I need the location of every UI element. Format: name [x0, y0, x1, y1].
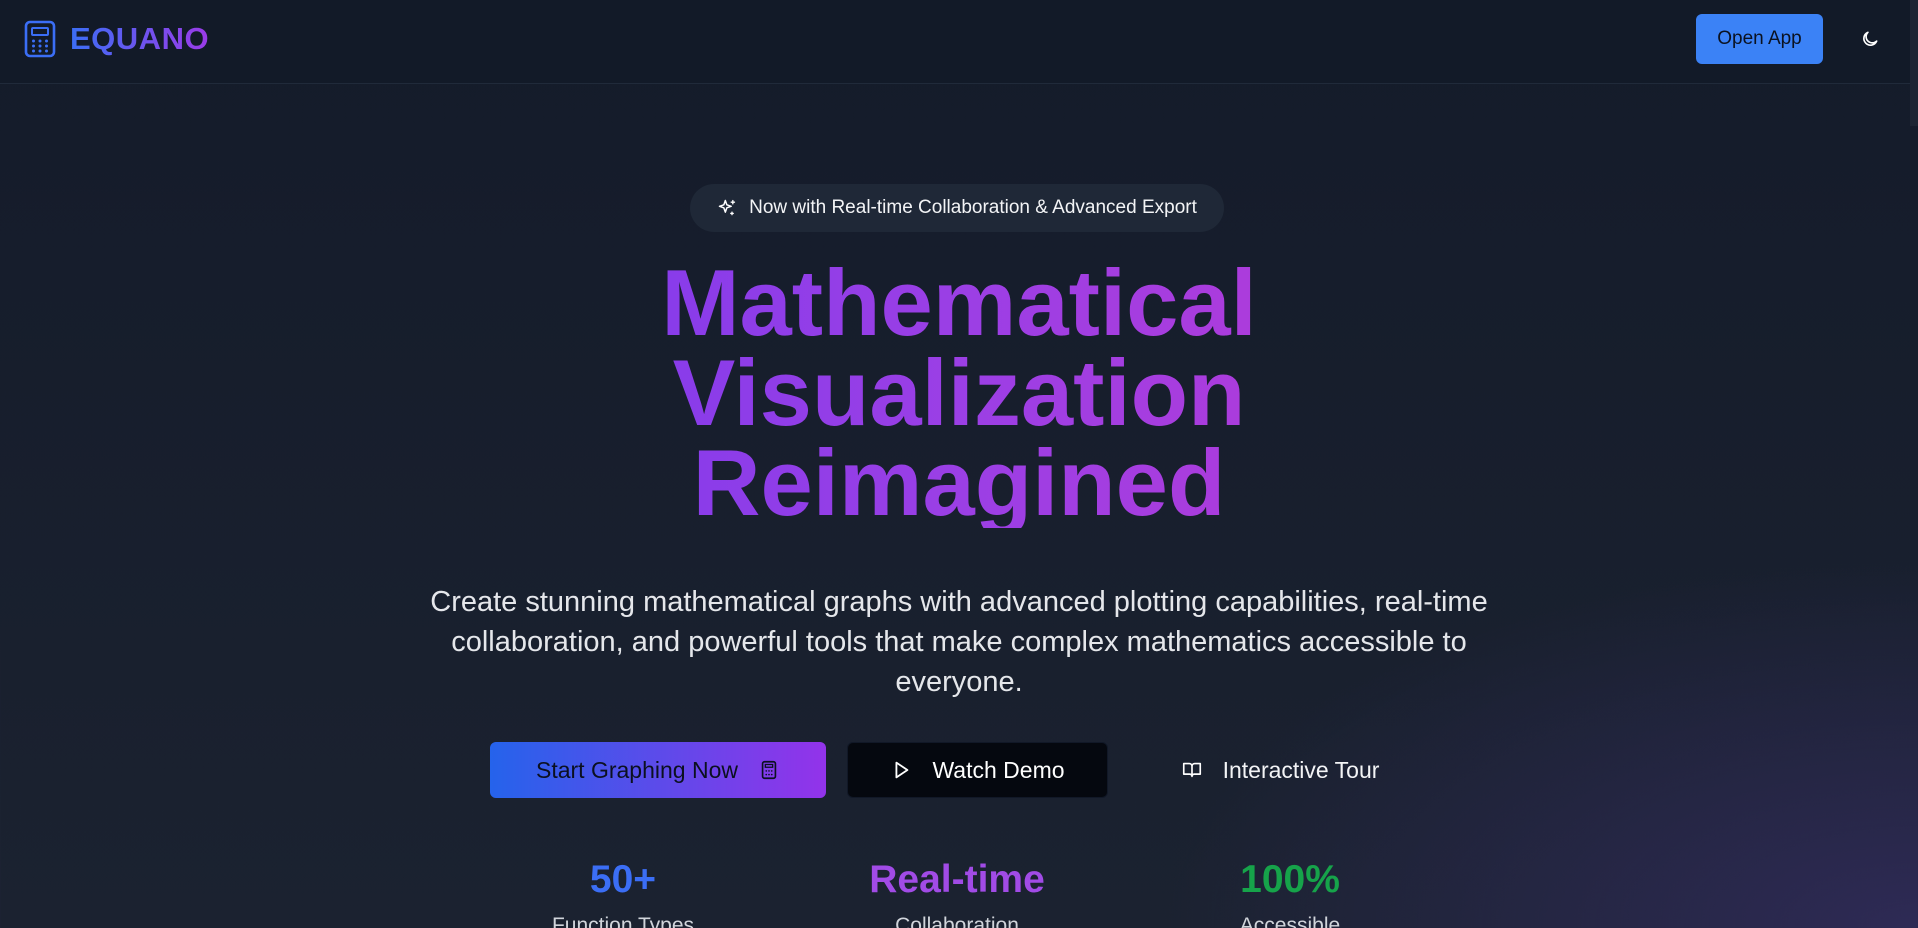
theme-toggle-button[interactable]: [1856, 25, 1884, 53]
stat-label: Function Types: [551, 914, 695, 928]
watch-demo-label: Watch Demo: [932, 756, 1065, 783]
stat-label: Collaboration: [895, 914, 1019, 928]
stat-collaboration: Real-time Collaboration: [827, 858, 1087, 928]
start-graphing-label: Start Graphing Now: [536, 756, 738, 783]
badge-text: Now with Real-time Collaboration & Advan…: [749, 197, 1197, 218]
interactive-tour-button[interactable]: Interactive Tour: [1150, 742, 1410, 798]
stat-label: Accessible: [1239, 914, 1341, 928]
stat-function-types: 50+ Function Types: [493, 858, 753, 928]
hero-title: Mathematical Visualization Reimagined: [459, 256, 1459, 530]
stat-value: 100%: [1240, 858, 1340, 901]
calculator-icon: [24, 20, 56, 58]
interactive-tour-label: Interactive Tour: [1222, 756, 1380, 783]
hero-title-line: Mathematical: [459, 256, 1459, 350]
announcement-badge: Now with Real-time Collaboration & Advan…: [690, 184, 1224, 232]
watch-demo-button[interactable]: Watch Demo: [847, 742, 1108, 798]
hero-title-line: Visualization: [459, 346, 1459, 440]
hero-title-line: Reimagined: [459, 436, 1459, 530]
page-scrollbar[interactable]: [1910, 0, 1918, 126]
calculator-icon: [761, 760, 777, 780]
brand-logo[interactable]: EQUANO: [24, 20, 209, 58]
stat-value: 50+: [589, 858, 657, 901]
moon-icon: [1863, 31, 1878, 46]
play-icon: [895, 761, 909, 779]
open-app-button[interactable]: Open App: [1696, 14, 1823, 64]
book-open-icon: [1182, 762, 1201, 778]
start-graphing-button[interactable]: Start Graphing Now: [490, 742, 826, 798]
top-nav-bar: EQUANO Open App: [0, 0, 1918, 84]
brand-name: EQUANO: [70, 21, 210, 56]
stat-accessible: 100% Accessible: [1160, 858, 1420, 928]
stat-value: Real-time: [869, 858, 1045, 901]
sparkles-icon: [718, 199, 736, 216]
hero-subtitle: Create stunning mathematical graphs with…: [430, 586, 1488, 698]
